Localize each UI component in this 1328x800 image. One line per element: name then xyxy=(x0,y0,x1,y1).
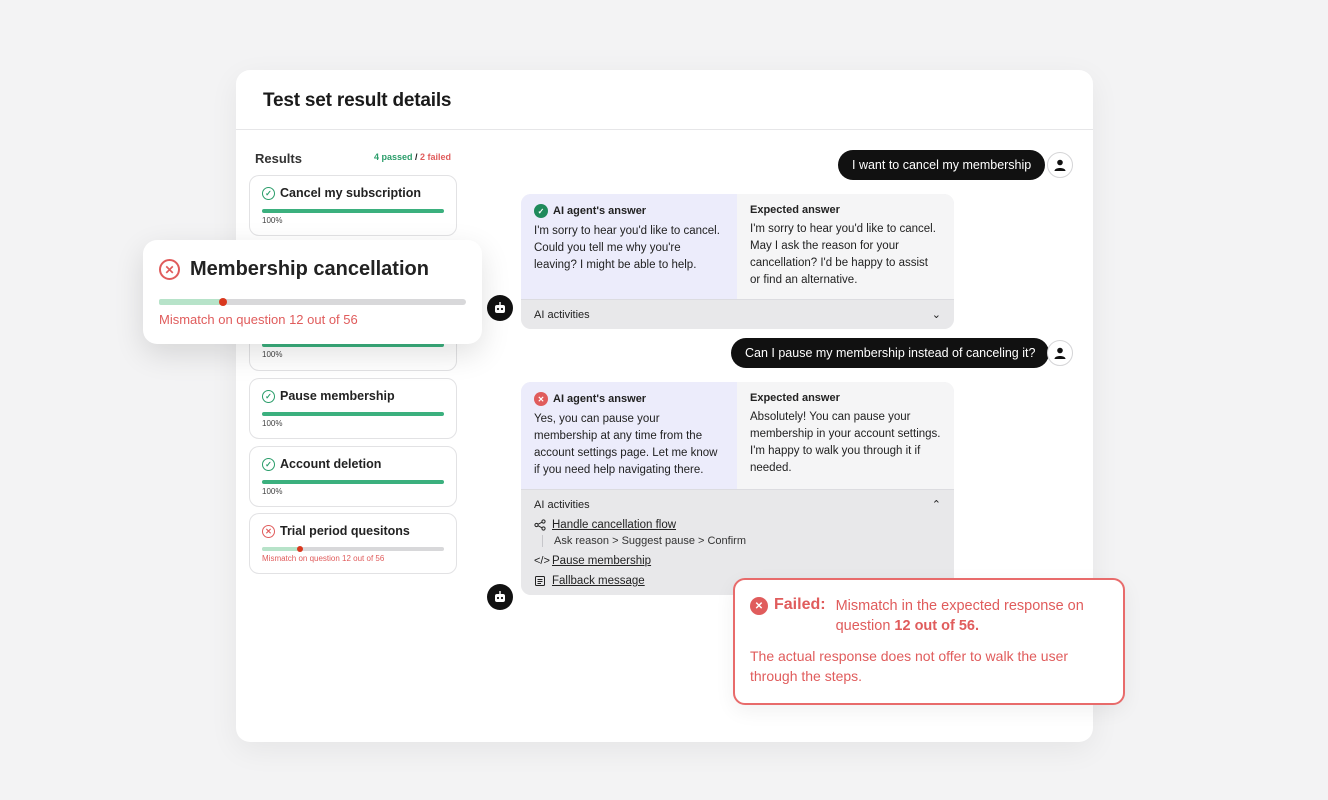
result-card-cancel-subscription[interactable]: ✓ Cancel my subscription 100% xyxy=(249,175,457,236)
results-title: Results xyxy=(255,151,302,166)
activity-link[interactable]: Pause membership xyxy=(552,555,651,567)
ai-activities-label: AI activities xyxy=(534,308,590,321)
progress-bar xyxy=(262,480,444,484)
expected-answer-heading: Expected answer xyxy=(750,392,840,404)
progress-fill xyxy=(262,547,301,551)
chevron-up-icon[interactable]: ⌃ xyxy=(932,498,941,511)
bot-avatar-icon xyxy=(487,584,513,610)
bot-avatar-icon xyxy=(487,295,513,321)
card-score: 100% xyxy=(262,419,283,428)
activity-pause-membership[interactable]: </> Pause membership xyxy=(534,555,941,567)
agent-answer-card: ✕ AI agent's answer Yes, you can pause yo… xyxy=(521,382,954,595)
failed-label: Failed: xyxy=(774,596,826,613)
ai-answer-text: Yes, you can pause your membership at an… xyxy=(534,413,718,476)
check-circle-icon: ✓ xyxy=(262,186,275,200)
membership-cancellation-popup[interactable]: ✕ Membership cancellation Mismatch on que… xyxy=(143,240,482,344)
ai-activities-collapsed[interactable]: AI activities ⌄ xyxy=(521,299,954,329)
failed-count: 2 failed xyxy=(419,152,451,162)
expected-answer-column: Expected answer Absolutely! You can paus… xyxy=(737,382,954,489)
check-icon: ✓ xyxy=(534,204,548,218)
chevron-down-icon[interactable]: ⌄ xyxy=(932,308,941,321)
card-name: Pause membership xyxy=(280,389,395,403)
card-name: Cancel my subscription xyxy=(280,186,422,200)
progress-bar xyxy=(262,209,444,213)
results-header: Results 4 passed / 2 failed xyxy=(255,151,451,167)
expected-answer-text: I'm sorry to hear you'd like to cancel. … xyxy=(750,223,936,286)
expected-answer-column: Expected answer I'm sorry to hear you'd … xyxy=(737,194,954,299)
user-avatar-icon xyxy=(1047,152,1073,178)
x-circle-icon: ✕ xyxy=(159,259,180,280)
ai-answer-text: I'm sorry to hear you'd like to cancel. … xyxy=(534,225,720,271)
check-circle-icon: ✓ xyxy=(262,457,275,471)
user-message: Can I pause my membership instead of can… xyxy=(731,338,1050,368)
card-score: 100% xyxy=(262,487,283,496)
failed-question: 12 out of 56. xyxy=(894,618,980,634)
document-icon xyxy=(535,576,545,586)
ai-answer-heading: AI agent's answer xyxy=(553,393,647,405)
card-name: Trial period quesitons xyxy=(280,524,410,538)
agent-answer-card: ✓ AI agent's answer I'm sorry to hear you… xyxy=(521,194,954,329)
activity-link[interactable]: Fallback message xyxy=(552,575,645,587)
mismatch-dot xyxy=(219,298,228,306)
panel-header: Test set result details xyxy=(236,70,1093,130)
result-card-trial-period[interactable]: ✕ Trial period quesitons Mismatch on ques… xyxy=(249,513,457,574)
expected-answer-text: Absolutely! You can pause your membershi… xyxy=(750,411,941,474)
ai-activities-label: AI activities xyxy=(534,498,590,511)
card-score: 100% xyxy=(262,350,283,359)
ai-answer-heading: AI agent's answer xyxy=(553,205,647,217)
check-circle-icon: ✓ xyxy=(262,389,275,403)
progress-bar xyxy=(262,546,444,552)
count-separator: / xyxy=(412,152,420,162)
result-card-pause-membership[interactable]: ✓ Pause membership 100% xyxy=(249,378,457,439)
user-avatar-icon xyxy=(1047,340,1073,366)
failed-detail: The actual response does not offer to wa… xyxy=(750,648,1069,684)
ai-answer-column: ✓ AI agent's answer I'm sorry to hear you… xyxy=(521,194,737,299)
popup-mismatch: Mismatch on question 12 out of 56 xyxy=(159,312,358,327)
passed-count: 4 passed xyxy=(373,152,413,162)
page-title: Test set result details xyxy=(263,90,452,111)
x-icon: ✕ xyxy=(534,392,548,406)
activity-link[interactable]: Handle cancellation flow xyxy=(552,519,676,531)
popup-title: Membership cancellation xyxy=(190,258,429,280)
code-icon: </> xyxy=(534,555,550,567)
card-mismatch: Mismatch on question 12 out of 56 xyxy=(262,554,385,563)
result-card-account-deletion[interactable]: ✓ Account deletion 100% xyxy=(249,446,457,507)
activity-handle-cancellation[interactable]: Handle cancellation flow xyxy=(534,519,941,531)
mismatch-dot xyxy=(297,546,304,552)
ai-answer-column: ✕ AI agent's answer Yes, you can pause yo… xyxy=(521,382,737,489)
x-circle-icon: ✕ xyxy=(262,524,275,538)
card-name: Account deletion xyxy=(280,457,382,471)
flow-icon xyxy=(534,519,546,531)
expected-answer-heading: Expected answer xyxy=(750,204,840,216)
card-score: 100% xyxy=(262,216,283,225)
progress-fill xyxy=(159,299,224,305)
failed-message: Mismatch in the expected response on que… xyxy=(836,596,1108,636)
progress-bar xyxy=(159,298,466,306)
activity-flow-steps: Ask reason > Suggest pause > Confirm xyxy=(542,535,941,547)
results-count: 4 passed / 2 failed xyxy=(374,152,451,162)
progress-bar xyxy=(262,412,444,416)
x-icon: ✕ xyxy=(750,597,768,615)
user-message: I want to cancel my membership xyxy=(838,150,1046,180)
failed-callout: ✕ Failed: Mismatch in the expected respo… xyxy=(733,578,1125,705)
